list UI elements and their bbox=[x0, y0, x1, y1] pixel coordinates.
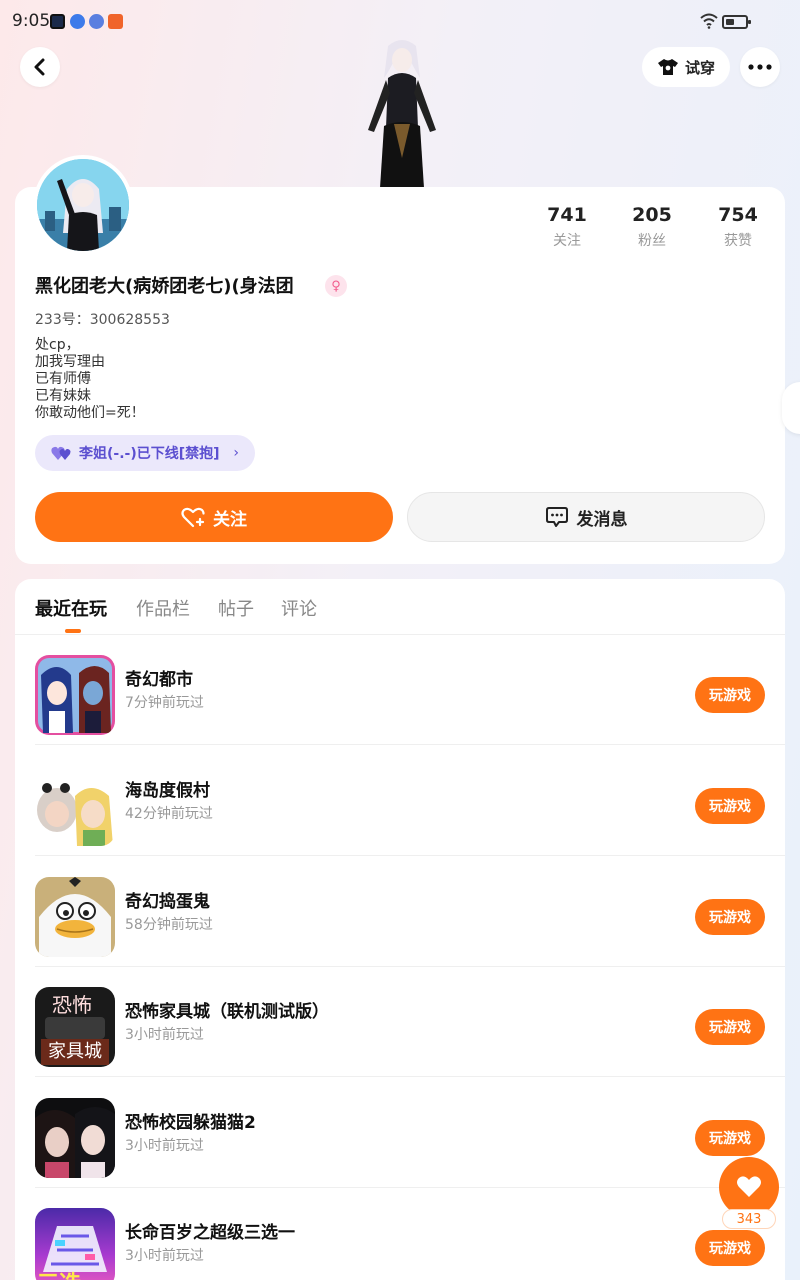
battery-icon bbox=[722, 15, 751, 29]
stat-followers[interactable]: 205 粉丝 bbox=[617, 204, 687, 250]
play-game-button[interactable]: 玩游戏 bbox=[695, 1120, 765, 1156]
stat-likes[interactable]: 754 获赞 bbox=[703, 204, 773, 250]
bio-line: 加我写理由 bbox=[35, 354, 105, 370]
gallery-notification-icon bbox=[50, 14, 65, 29]
game-icon-scene bbox=[45, 1017, 105, 1039]
game-last-played: 42分钟前玩过 bbox=[125, 806, 213, 822]
gender-symbol: ♀ bbox=[331, 278, 341, 294]
stat-value: 205 bbox=[632, 204, 672, 226]
bio-line: 已有妹妹 bbox=[35, 388, 91, 404]
stat-label: 获赞 bbox=[724, 233, 752, 249]
horror-school-game-icon bbox=[35, 1098, 115, 1178]
follow-label: 关注 bbox=[213, 509, 247, 530]
game-last-played: 58分钟前玩过 bbox=[125, 917, 213, 933]
stat-label: 关注 bbox=[553, 233, 581, 249]
chevron-right-icon: › bbox=[233, 445, 239, 461]
play-game-button[interactable]: 玩游戏 bbox=[695, 899, 765, 935]
send-message-label: 发消息 bbox=[576, 509, 628, 530]
game-last-played: 7分钟前玩过 bbox=[125, 695, 204, 711]
cp-tag-label: 李姐(-.-)已下线[禁抱] bbox=[79, 446, 220, 462]
bio: 处cp， 加我写理由 已有师傅 已有妹妹 你敢动他们=死！ bbox=[35, 337, 145, 422]
wifi-icon bbox=[700, 13, 718, 29]
heart-icon bbox=[737, 1176, 761, 1197]
try-on-label: 试穿 bbox=[684, 58, 715, 77]
shirt-icon bbox=[657, 59, 678, 75]
user-id: 233号：300628553 bbox=[35, 312, 170, 328]
game-last-played: 3小时前玩过 bbox=[125, 1138, 204, 1154]
choose-one-game-icon: 三选一 bbox=[35, 1208, 115, 1280]
heart-plus-icon bbox=[181, 507, 205, 528]
list-item[interactable]: 恐怖校园躲猫猫2 3小时前玩过 玩游戏 bbox=[35, 1078, 785, 1188]
game-name: 恐怖校园躲猫猫2 bbox=[125, 1113, 256, 1133]
game-name: 奇幻捣蛋鬼 bbox=[125, 892, 210, 912]
island-characters-game-icon bbox=[35, 766, 115, 846]
play-game-button[interactable]: 玩游戏 bbox=[695, 1009, 765, 1045]
game-last-played: 3小时前玩过 bbox=[125, 1248, 204, 1264]
list-item[interactable]: 恐怖 家具城 恐怖家具城（联机测试版） 3小时前玩过 玩游戏 bbox=[35, 967, 785, 1077]
anime-duo-game-icon bbox=[35, 655, 115, 735]
game-name: 海岛度假村 bbox=[125, 781, 210, 801]
row-divider bbox=[35, 744, 785, 745]
more-dots-icon bbox=[748, 64, 772, 70]
bio-line: 已有师傅 bbox=[35, 371, 91, 387]
bio-line: 你敢动他们=死！ bbox=[35, 405, 145, 421]
bio-line: 处cp， bbox=[35, 337, 80, 353]
avatar-character-figure bbox=[368, 40, 436, 188]
stat-following[interactable]: 741 关注 bbox=[532, 204, 602, 250]
stat-value: 741 bbox=[547, 204, 587, 226]
chat-bubble-icon bbox=[545, 507, 568, 527]
tab-posts[interactable]: 帖子 bbox=[218, 595, 254, 621]
game-name: 长命百岁之超级三选一 bbox=[125, 1223, 295, 1243]
female-gender-icon: ♀ bbox=[325, 275, 347, 297]
list-item[interactable]: 海岛度假村 42分钟前玩过 玩游戏 bbox=[35, 746, 785, 856]
game-icon-text: 三选一 bbox=[37, 1266, 103, 1280]
play-game-button[interactable]: 玩游戏 bbox=[695, 677, 765, 713]
list-item[interactable]: 三选一 长命百岁之超级三选一 3小时前玩过 玩游戏 bbox=[35, 1188, 785, 1280]
double-heart-icon bbox=[51, 446, 71, 460]
game-icon-text: 恐怖 bbox=[52, 993, 92, 1017]
music-notification-icon bbox=[89, 14, 104, 29]
game-icon-text: 家具城 bbox=[41, 1039, 109, 1065]
play-game-button[interactable]: 玩游戏 bbox=[695, 788, 765, 824]
like-button[interactable] bbox=[719, 1157, 779, 1217]
send-message-button[interactable]: 发消息 bbox=[407, 492, 765, 542]
horror-furniture-game-icon: 恐怖 家具城 bbox=[35, 987, 115, 1067]
more-button[interactable] bbox=[740, 47, 780, 87]
stat-label: 粉丝 bbox=[638, 233, 666, 249]
tab-works[interactable]: 作品栏 bbox=[136, 595, 190, 621]
row-divider bbox=[35, 855, 785, 856]
cp-relationship-tag[interactable]: 李姐(-.-)已下线[禁抱] › bbox=[35, 435, 255, 471]
white-duck-game-icon bbox=[35, 877, 115, 957]
active-tab-indicator bbox=[65, 629, 81, 633]
list-item[interactable]: 奇幻都市 7分钟前玩过 玩游戏 bbox=[35, 635, 785, 745]
game-name: 奇幻都市 bbox=[125, 670, 193, 690]
avatar-image bbox=[37, 159, 129, 251]
follow-button[interactable]: 关注 bbox=[35, 492, 393, 542]
avatar[interactable] bbox=[33, 155, 133, 255]
row-divider bbox=[35, 1076, 785, 1077]
nickname: 黑化团老大(病娇团老七)(身法团 bbox=[35, 276, 294, 297]
game-last-played: 3小时前玩过 bbox=[125, 1027, 204, 1043]
tab-recently-played[interactable]: 最近在玩 bbox=[35, 595, 107, 621]
like-count-badge: 343 bbox=[722, 1209, 776, 1229]
side-floating-handle[interactable] bbox=[782, 382, 800, 434]
try-on-button[interactable]: 试穿 bbox=[642, 47, 730, 87]
app-notification-icon bbox=[70, 14, 85, 29]
game-name: 恐怖家具城（联机测试版） bbox=[125, 1002, 329, 1022]
chevron-left-icon bbox=[34, 58, 45, 76]
list-item[interactable]: 奇幻捣蛋鬼 58分钟前玩过 玩游戏 bbox=[35, 857, 785, 967]
back-button[interactable] bbox=[20, 47, 60, 87]
play-game-button[interactable]: 玩游戏 bbox=[695, 1230, 765, 1266]
tab-comments[interactable]: 评论 bbox=[281, 595, 317, 621]
download-notification-icon bbox=[108, 14, 123, 29]
stat-value: 754 bbox=[718, 204, 758, 226]
status-time: 9:05 bbox=[12, 11, 51, 31]
